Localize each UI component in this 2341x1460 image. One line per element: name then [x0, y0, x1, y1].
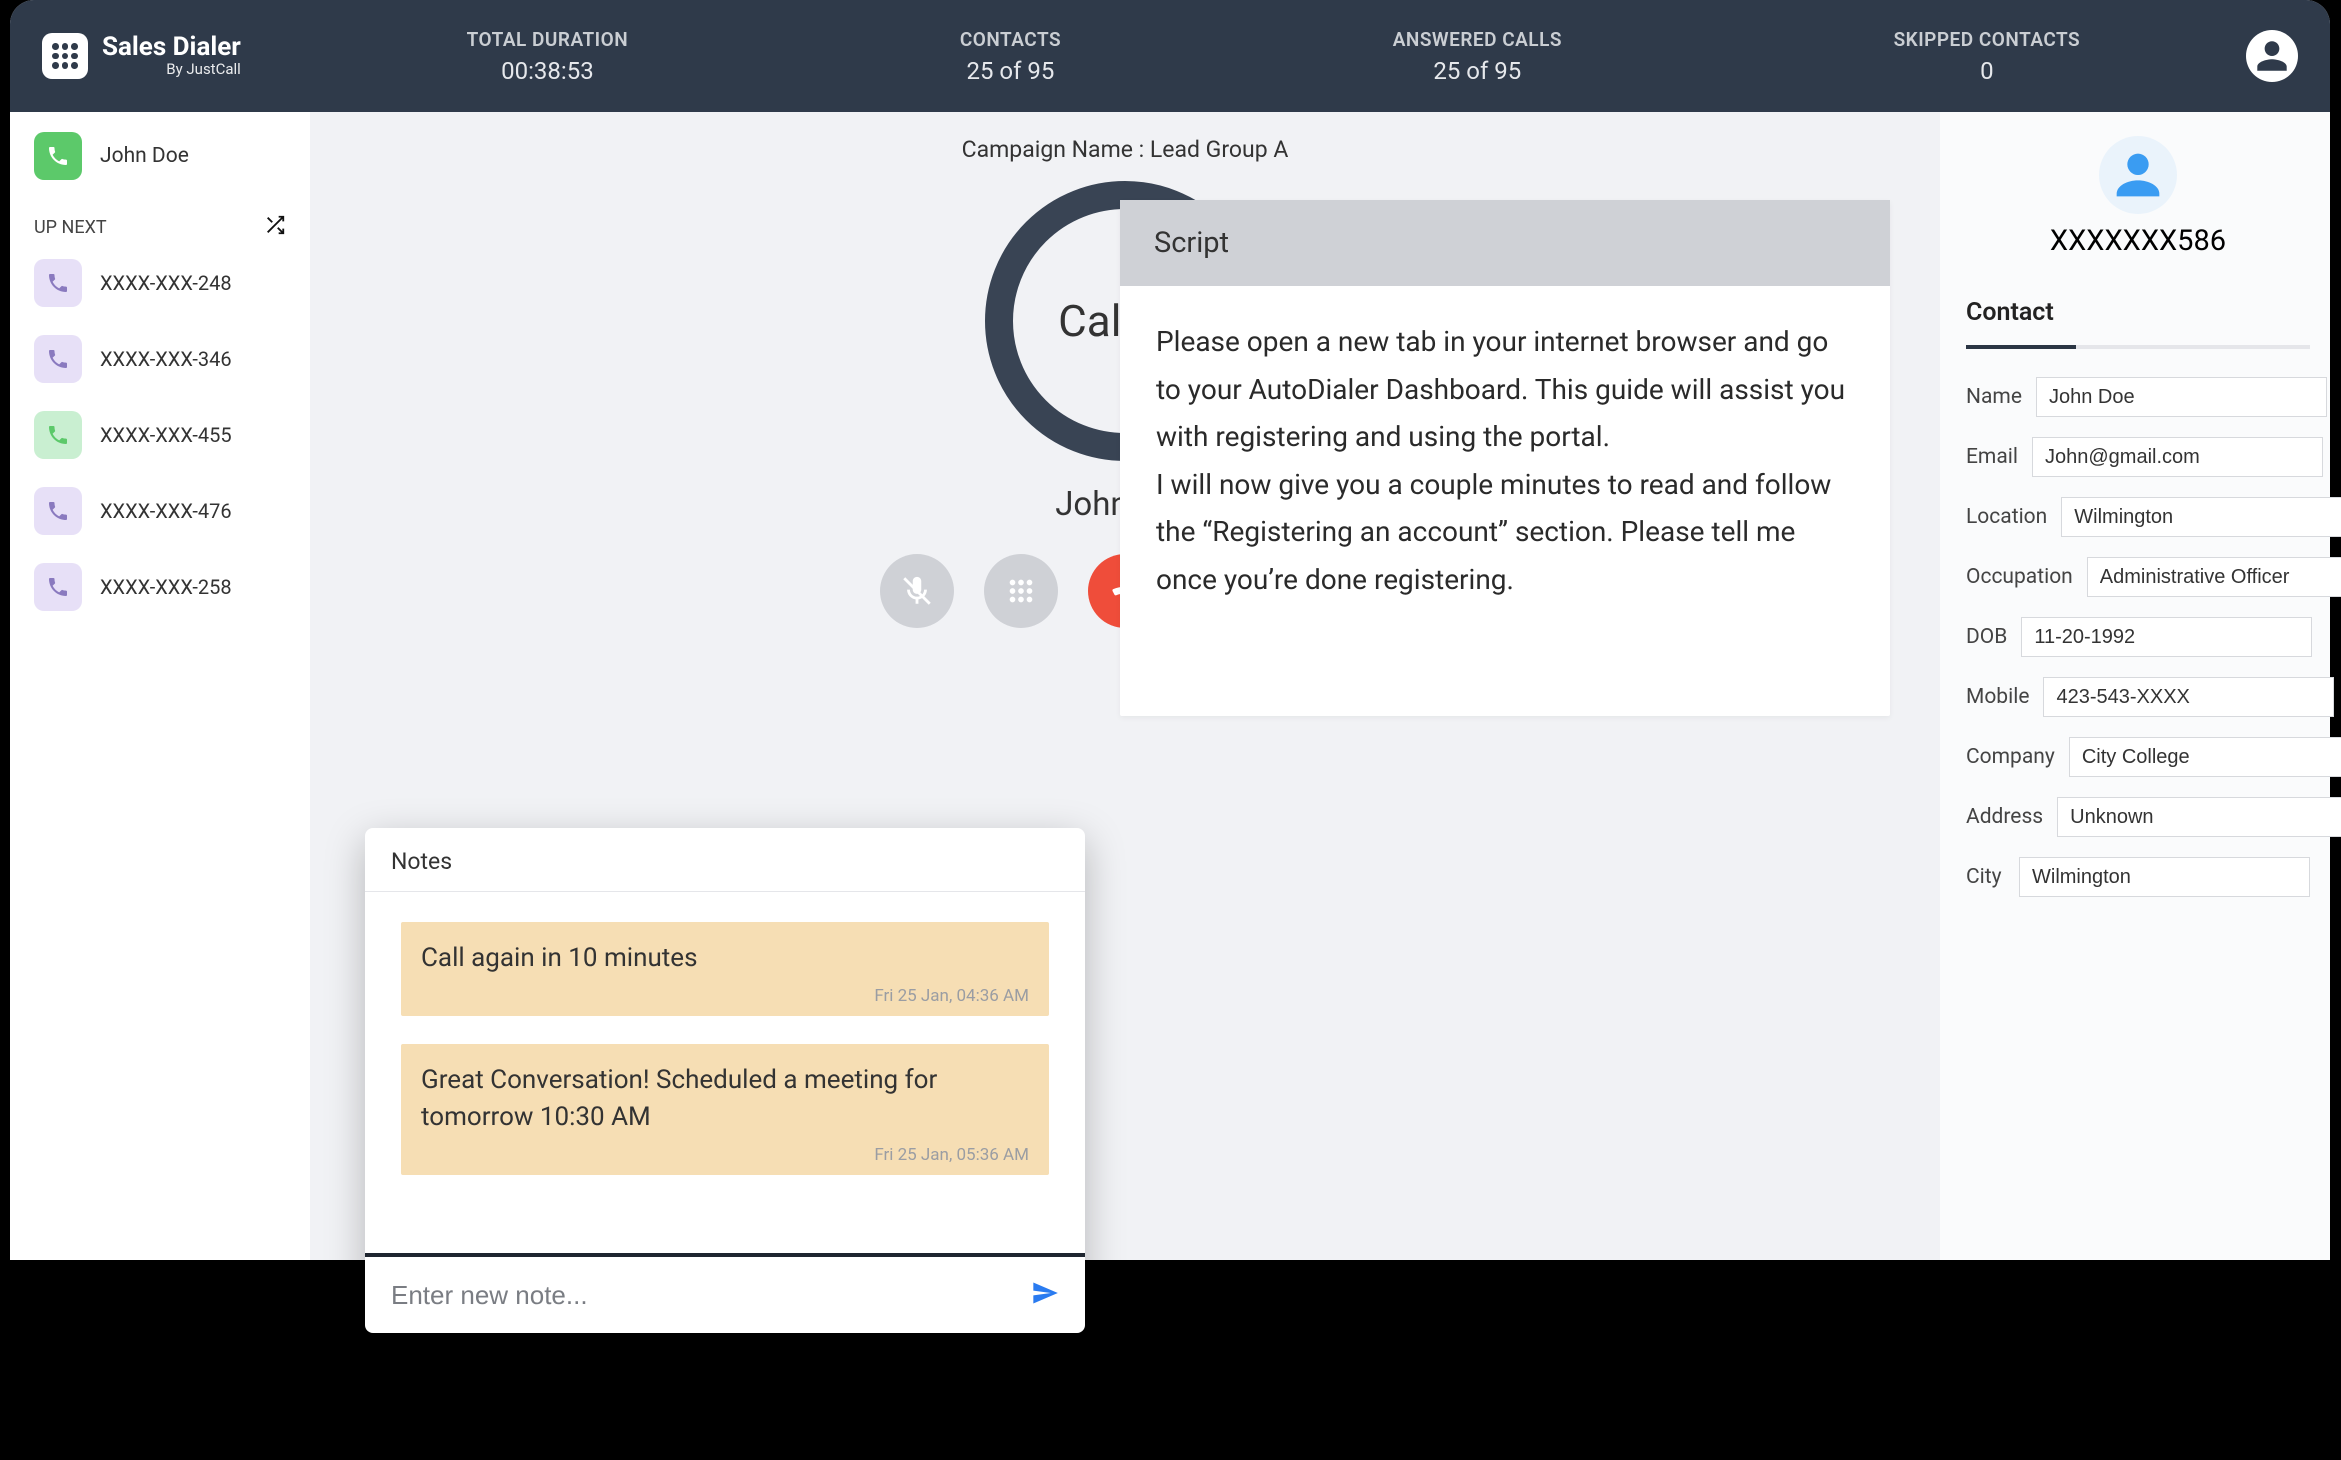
up-next-label: UP NEXT: [34, 217, 107, 238]
queue-item[interactable]: XXXX-XXX-476: [34, 487, 286, 535]
current-call-name: John Doe: [100, 144, 189, 168]
stat-value: 25 of 95: [960, 57, 1061, 85]
script-body: Please open a new tab in your internet b…: [1120, 286, 1890, 716]
field-input-name[interactable]: [2036, 377, 2327, 417]
contact-field-occupation: Occupation: [1966, 557, 2310, 597]
field-label: Location: [1966, 505, 2047, 529]
stat-total-duration: TOTAL DURATION 00:38:53: [467, 28, 629, 85]
send-note-button[interactable]: [1031, 1279, 1059, 1311]
field-input-city[interactable]: [2019, 857, 2310, 897]
app-window: Sales Dialer By JustCall TOTAL DURATION …: [10, 0, 2330, 1260]
contact-id: XXXXXXX586: [1966, 224, 2310, 258]
stat-label: ANSWERED CALLS: [1393, 28, 1562, 51]
dialpad-button[interactable]: [984, 554, 1058, 628]
field-label: City: [1966, 865, 2005, 889]
stat-label: SKIPPED CONTACTS: [1894, 28, 2081, 51]
queue-item[interactable]: XXXX-XXX-248: [34, 259, 286, 307]
dialer-logo-icon: [42, 33, 88, 79]
notes-input[interactable]: [391, 1280, 1015, 1311]
field-input-location[interactable]: [2061, 497, 2341, 537]
field-input-company[interactable]: [2069, 737, 2341, 777]
user-avatar-button[interactable]: [2246, 30, 2298, 82]
note-item[interactable]: Great Conversation! Scheduled a meeting …: [401, 1044, 1049, 1175]
contact-field-mobile: Mobile: [1966, 677, 2310, 717]
header-bar: Sales Dialer By JustCall TOTAL DURATION …: [10, 0, 2330, 112]
brand: Sales Dialer By JustCall: [42, 33, 241, 79]
field-label: Name: [1966, 385, 2022, 409]
script-heading: Script: [1120, 200, 1890, 286]
phone-icon: [34, 411, 82, 459]
field-input-email[interactable]: [2032, 437, 2323, 477]
contact-field-company: Company: [1966, 737, 2310, 777]
phone-icon: [34, 259, 82, 307]
note-text: Call again in 10 minutes: [421, 940, 1029, 976]
notes-heading: Notes: [365, 828, 1085, 892]
queue-number: XXXX-XXX-258: [100, 575, 232, 599]
stat-contacts: CONTACTS 25 of 95: [960, 28, 1061, 85]
queue-item[interactable]: XXXX-XXX-258: [34, 563, 286, 611]
contact-field-city: City: [1966, 857, 2310, 897]
contact-panel: XXXXXXX586 Contact Name Email Location Occu…: [1940, 112, 2330, 1260]
note-text: Great Conversation! Scheduled a meeting …: [421, 1062, 1029, 1135]
contact-heading: Contact: [1966, 298, 2310, 327]
current-call[interactable]: John Doe: [34, 132, 286, 180]
contact-field-address: Address: [1966, 797, 2310, 837]
field-input-occupation[interactable]: [2087, 557, 2341, 597]
note-timestamp: Fri 25 Jan, 05:36 AM: [421, 1145, 1029, 1165]
field-label: Mobile: [1966, 685, 2029, 709]
queue-number: XXXX-XXX-248: [100, 271, 232, 295]
script-panel: Script Please open a new tab in your int…: [1120, 200, 1890, 716]
field-label: DOB: [1966, 625, 2007, 649]
note-timestamp: Fri 25 Jan, 04:36 AM: [421, 986, 1029, 1006]
queue-item[interactable]: XXXX-XXX-455: [34, 411, 286, 459]
contact-field-dob: DOB: [1966, 617, 2310, 657]
contact-field-name: Name: [1966, 377, 2310, 417]
field-input-dob[interactable]: [2021, 617, 2312, 657]
contact-tab-underline: [1966, 345, 2310, 349]
phone-icon: [34, 487, 82, 535]
campaign-name: Campaign Name : Lead Group A: [338, 136, 1912, 163]
field-label: Address: [1966, 805, 2043, 829]
sidebar: John Doe UP NEXT XXXX-XXX-248 XXXX-XXX-34…: [10, 112, 310, 1260]
brand-subtitle: By JustCall: [102, 60, 241, 78]
phone-icon: [34, 132, 82, 180]
field-input-mobile[interactable]: [2043, 677, 2334, 717]
stat-value: 0: [1894, 57, 2081, 85]
field-label: Email: [1966, 445, 2018, 469]
queue-number: XXXX-XXX-455: [100, 423, 232, 447]
notes-panel: Notes Call again in 10 minutes Fri 25 Jan…: [365, 828, 1085, 1333]
contact-field-location: Location: [1966, 497, 2310, 537]
note-item[interactable]: Call again in 10 minutes Fri 25 Jan, 04:3…: [401, 922, 1049, 1016]
contact-avatar-icon: [2099, 136, 2177, 214]
field-input-address[interactable]: [2057, 797, 2341, 837]
stat-value: 25 of 95: [1393, 57, 1562, 85]
stat-skipped-contacts: SKIPPED CONTACTS 0: [1894, 28, 2081, 85]
queue-number: XXXX-XXX-476: [100, 499, 232, 523]
mute-button[interactable]: [880, 554, 954, 628]
stat-label: CONTACTS: [960, 28, 1061, 51]
queue-number: XXXX-XXX-346: [100, 347, 232, 371]
brand-title: Sales Dialer: [102, 34, 241, 60]
field-label: Occupation: [1966, 565, 2073, 589]
stat-value: 00:38:53: [467, 57, 629, 85]
phone-icon: [34, 563, 82, 611]
queue-item[interactable]: XXXX-XXX-346: [34, 335, 286, 383]
field-label: Company: [1966, 745, 2055, 769]
stat-answered-calls: ANSWERED CALLS 25 of 95: [1393, 28, 1562, 85]
phone-icon: [34, 335, 82, 383]
shuffle-icon[interactable]: [264, 214, 286, 241]
contact-field-email: Email: [1966, 437, 2310, 477]
stat-label: TOTAL DURATION: [467, 28, 629, 51]
